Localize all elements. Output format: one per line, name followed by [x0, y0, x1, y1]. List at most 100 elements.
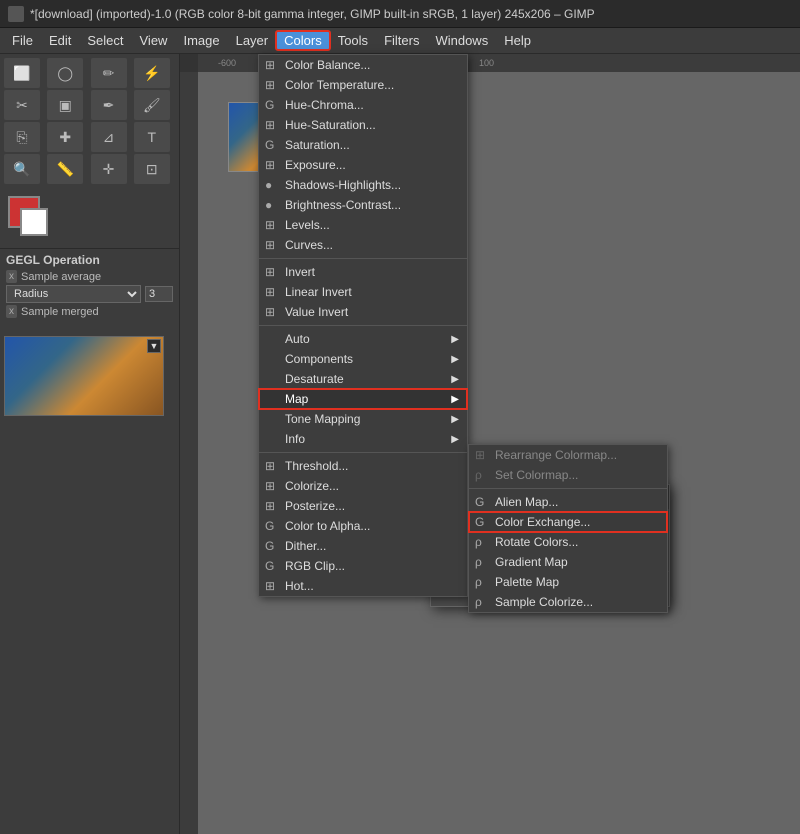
menu-view[interactable]: View — [132, 31, 176, 50]
menu-curves[interactable]: ⊞ Curves... — [259, 235, 467, 255]
canvas-thumbnail: ▼ — [4, 336, 164, 416]
menu-hue-chroma[interactable]: G Hue-Chroma... — [259, 95, 467, 115]
map-color-exchange[interactable]: G Color Exchange... — [469, 512, 667, 532]
menu-map[interactable]: Map ▶ — [259, 389, 467, 409]
tool-scissors[interactable]: ✂ — [4, 90, 40, 120]
tool-clone[interactable]: ⎘ — [4, 122, 40, 152]
tool-move[interactable]: ✛ — [91, 154, 127, 184]
menu-windows[interactable]: Windows — [427, 31, 496, 50]
posterize-icon: ⊞ — [265, 499, 275, 513]
colors-menu[interactable]: ⊞ Color Balance... ⊞ Color Temperature..… — [258, 54, 468, 597]
map-submenu[interactable]: ⊞ Rearrange Colormap... ρ Set Colormap..… — [468, 444, 668, 613]
gegl-title: GEGL Operation — [6, 253, 173, 267]
rearrange-icon: ⊞ — [475, 448, 485, 462]
menu-file[interactable]: File — [4, 31, 41, 50]
menu-layer[interactable]: Layer — [228, 31, 277, 50]
hue-chroma-icon: G — [265, 98, 274, 112]
tool-paint[interactable]: 🖌 — [134, 90, 170, 120]
tool-rect-select[interactable]: ⬜ — [4, 58, 40, 88]
tool-text[interactable]: T — [134, 122, 170, 152]
menu-hot[interactable]: ⊞ Hot... — [259, 576, 467, 596]
menu-brightness-contrast[interactable]: ● Brightness-Contrast... — [259, 195, 467, 215]
tone-mapping-arrow: ▶ — [451, 414, 459, 425]
curves-icon: ⊞ — [265, 238, 275, 252]
info-arrow: ▶ — [451, 434, 459, 445]
menu-info[interactable]: Info ▶ — [259, 429, 467, 449]
menu-dither[interactable]: G Dither... — [259, 536, 467, 556]
menu-components[interactable]: Components ▶ — [259, 349, 467, 369]
title-text: *[download] (imported)-1.0 (RGB color 8-… — [30, 7, 595, 21]
tool-foreground-select[interactable]: ▣ — [47, 90, 83, 120]
tool-ellipse-select[interactable]: ◯ — [47, 58, 83, 88]
gegl-sample-label: Sample average — [21, 271, 101, 283]
thumbnail-options[interactable]: ▼ — [147, 339, 161, 353]
gegl-radius-value[interactable] — [145, 286, 173, 302]
map-set-colormap[interactable]: ρ Set Colormap... — [469, 465, 667, 485]
menu-posterize[interactable]: ⊞ Posterize... — [259, 496, 467, 516]
menu-edit[interactable]: Edit — [41, 31, 79, 50]
tool-measure[interactable]: 📏 — [47, 154, 83, 184]
auto-arrow: ▶ — [451, 334, 459, 345]
menu-threshold[interactable]: ⊞ Threshold... — [259, 456, 467, 476]
thumbnail-area: ▼ — [0, 332, 179, 420]
map-palette-map[interactable]: ρ Palette Map — [469, 572, 667, 592]
hot-icon: ⊞ — [265, 579, 275, 593]
left-toolbar: ⬜ ◯ ✏ ⚡ ✂ ▣ ✒ 🖌 ⎘ ✚ ⊿ T 🔍 📏 ✛ ⊡ GEGL Ope… — [0, 54, 180, 834]
menu-colors[interactable]: Colors — [276, 31, 330, 50]
map-alien-map[interactable]: G Alien Map... — [469, 492, 667, 512]
alien-map-icon: G — [475, 495, 484, 509]
menu-levels[interactable]: ⊞ Levels... — [259, 215, 467, 235]
menu-auto[interactable]: Auto ▶ — [259, 329, 467, 349]
tool-perspective[interactable]: ⊿ — [91, 122, 127, 152]
menu-filters[interactable]: Filters — [376, 31, 427, 50]
exposure-icon: ⊞ — [265, 158, 275, 172]
desaturate-arrow: ▶ — [451, 374, 459, 385]
sep2 — [259, 325, 467, 326]
menu-bar: File Edit Select View Image Layer Colors… — [0, 28, 800, 54]
map-rearrange-colormap[interactable]: ⊞ Rearrange Colormap... — [469, 445, 667, 465]
tool-icons-grid: ⬜ ◯ ✏ ⚡ ✂ ▣ ✒ 🖌 ⎘ ✚ ⊿ T 🔍 📏 ✛ ⊡ — [0, 54, 179, 188]
color-temp-icon: ⊞ — [265, 78, 275, 92]
color-swatch-area — [0, 188, 179, 248]
gegl-radius-select[interactable]: Radius — [6, 285, 141, 303]
gegl-x-badge: x — [6, 270, 17, 283]
ruler-vertical — [180, 72, 198, 834]
background-color[interactable] — [20, 208, 48, 236]
menu-color-to-alpha[interactable]: G Color to Alpha... — [259, 516, 467, 536]
menu-tone-mapping[interactable]: Tone Mapping ▶ — [259, 409, 467, 429]
menu-hue-saturation[interactable]: ⊞ Hue-Saturation... — [259, 115, 467, 135]
menu-tools[interactable]: Tools — [330, 31, 376, 50]
invert-icon: ⊞ — [265, 265, 275, 279]
menu-linear-invert[interactable]: ⊞ Linear Invert — [259, 282, 467, 302]
map-rotate-colors[interactable]: ρ Rotate Colors... — [469, 532, 667, 552]
color-exchange-icon: G — [475, 515, 484, 529]
tool-align[interactable]: ⊡ — [134, 154, 170, 184]
menu-exposure[interactable]: ⊞ Exposure... — [259, 155, 467, 175]
menu-shadows-highlights[interactable]: ● Shadows-Highlights... — [259, 175, 467, 195]
colorize-icon: ⊞ — [265, 479, 275, 493]
rgb-clip-icon: G — [265, 559, 274, 573]
menu-color-balance[interactable]: ⊞ Color Balance... — [259, 55, 467, 75]
menu-desaturate[interactable]: Desaturate ▶ — [259, 369, 467, 389]
levels-icon: ⊞ — [265, 218, 275, 232]
swatch-container — [8, 196, 58, 240]
saturation-icon: G — [265, 138, 274, 152]
menu-value-invert[interactable]: ⊞ Value Invert — [259, 302, 467, 322]
menu-colorize[interactable]: ⊞ Colorize... — [259, 476, 467, 496]
menu-color-temperature[interactable]: ⊞ Color Temperature... — [259, 75, 467, 95]
tool-zoom[interactable]: 🔍 — [4, 154, 40, 184]
gegl-merged-label: Sample merged — [21, 306, 99, 318]
tool-free-select[interactable]: ✏ — [91, 58, 127, 88]
tool-fuzzy-select[interactable]: ⚡ — [134, 58, 170, 88]
tool-heal[interactable]: ✚ — [47, 122, 83, 152]
menu-rgb-clip[interactable]: G RGB Clip... — [259, 556, 467, 576]
threshold-icon: ⊞ — [265, 459, 275, 473]
menu-image[interactable]: Image — [175, 31, 227, 50]
map-sample-colorize[interactable]: ρ Sample Colorize... — [469, 592, 667, 612]
menu-select[interactable]: Select — [79, 31, 131, 50]
menu-saturation[interactable]: G Saturation... — [259, 135, 467, 155]
menu-help[interactable]: Help — [496, 31, 539, 50]
map-gradient-map[interactable]: ρ Gradient Map — [469, 552, 667, 572]
menu-invert[interactable]: ⊞ Invert — [259, 262, 467, 282]
tool-paths[interactable]: ✒ — [91, 90, 127, 120]
